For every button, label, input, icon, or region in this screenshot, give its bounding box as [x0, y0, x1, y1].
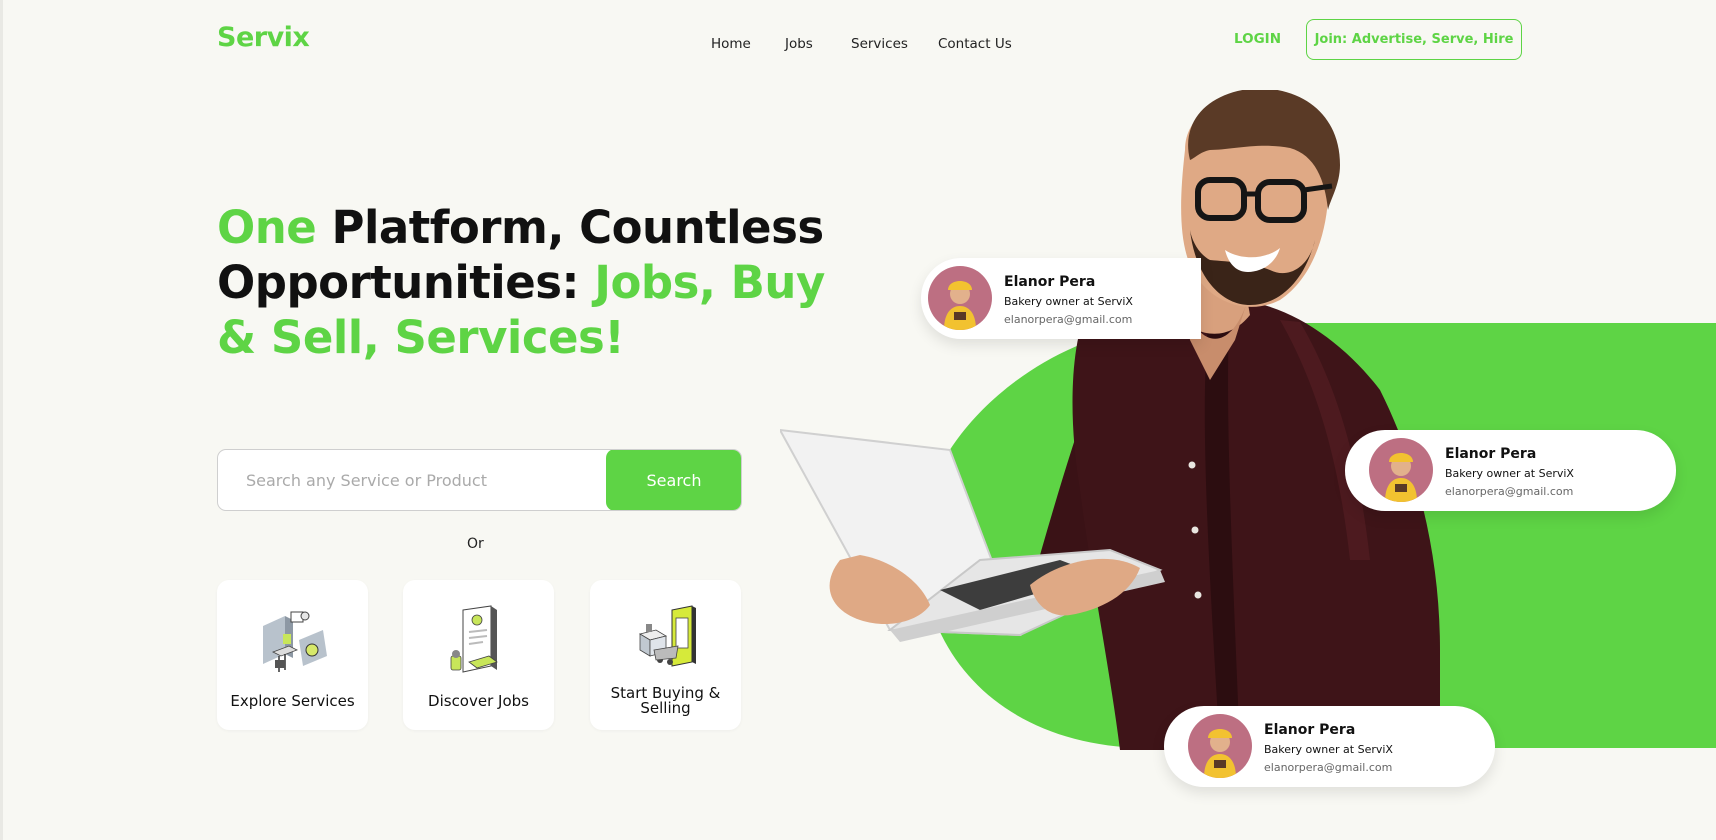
profile-avatar-2 [1369, 438, 1433, 502]
discover-jobs-label: Discover Jobs [428, 692, 529, 710]
profile-email-3: elanorpera@gmail.com [1264, 761, 1393, 774]
man-with-laptop-photo [780, 90, 1440, 750]
avatar-icon [928, 266, 992, 330]
profile-card-3[interactable]: Elanor Pera Bakery owner at ServiX elano… [1164, 706, 1495, 787]
search-bar: Search [217, 449, 742, 511]
profile-name-2: Elanor Pera [1445, 446, 1537, 462]
profile-card-1[interactable]: Elanor Pera Bakery owner at ServiX elano… [921, 258, 1201, 339]
or-divider-text: Or [467, 536, 484, 552]
profile-name-1: Elanor Pera [1004, 274, 1096, 290]
profile-name-3: Elanor Pera [1264, 722, 1356, 738]
search-input[interactable] [218, 450, 608, 510]
buying-selling-label: Start Buying & Selling [610, 684, 721, 717]
nav-jobs-link[interactable]: Jobs [785, 36, 813, 52]
services-illustration-icon [263, 611, 327, 672]
profile-avatar-3 [1188, 714, 1252, 778]
avatar-icon [1188, 714, 1252, 778]
explore-services-label: Explore Services [230, 692, 355, 710]
explore-services-card[interactable]: Explore Services [217, 580, 368, 730]
discover-jobs-card[interactable]: Discover Jobs [403, 580, 554, 730]
servix-logo[interactable]: Servix [217, 22, 310, 53]
profile-avatar-1 [928, 266, 992, 330]
buying-selling-card[interactable]: Start Buying & Selling [590, 580, 741, 730]
profile-role-1: Bakery owner at ServiX [1004, 295, 1133, 308]
profile-role-3: Bakery owner at ServiX [1264, 743, 1393, 756]
profile-email-1: elanorpera@gmail.com [1004, 313, 1133, 326]
search-button[interactable]: Search [606, 450, 741, 510]
avatar-icon [1369, 438, 1433, 502]
profile-card-2[interactable]: Elanor Pera Bakery owner at ServiX elano… [1345, 430, 1676, 511]
profile-role-2: Bakery owner at ServiX [1445, 467, 1574, 480]
profile-email-2: elanorpera@gmail.com [1445, 485, 1574, 498]
nav-home-link[interactable]: Home [711, 36, 751, 52]
nav-contact-link[interactable]: Contact Us [938, 36, 1012, 52]
buying-selling-illustration-icon [638, 605, 696, 667]
hero-headline: One Platform, Countless Opportunities: J… [217, 200, 867, 365]
login-link[interactable]: LOGIN [1234, 31, 1281, 47]
nav-services-link[interactable]: Services [851, 36, 908, 52]
page-edge [0, 0, 3, 840]
jobs-illustration-icon [450, 605, 498, 673]
join-button[interactable]: Join: Advertise, Serve, Hire [1306, 19, 1522, 60]
headline-highlight-one: One [217, 201, 317, 254]
